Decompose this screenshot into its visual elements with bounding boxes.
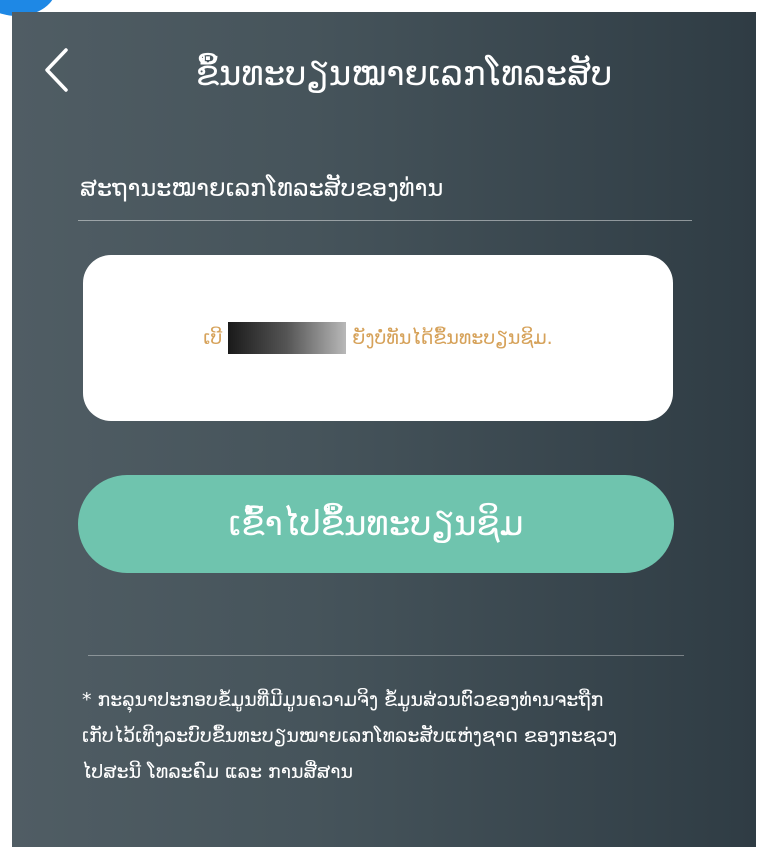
phone-status-label: ສະຖານະໝາຍເລກໂທລະສັບຂອງທ່ານ	[80, 174, 444, 202]
divider	[88, 655, 684, 656]
back-button[interactable]	[36, 40, 76, 100]
redacted-phone-number	[228, 322, 347, 354]
notice-line: ເກັບໄວ້ເທິງລະບົບຂຶ້ນທະບຽນໝາຍເລກໂທລະສັບແຫ…	[82, 725, 618, 747]
notice-line: * ກະລຸນາປະກອບຂໍ້ມູນທີ່ມີມູນຄວາມຈິງ ຂໍ້ມູ…	[82, 689, 604, 711]
register-sim-button[interactable]: ເຂົ້າໄປຂຶ້ນທະບຽນຊິມ	[78, 475, 674, 573]
status-prefix: ເບີ	[203, 327, 223, 349]
chevron-left-icon	[45, 48, 68, 92]
divider	[78, 220, 692, 221]
notice-line: ໄປສະນີ ໂທລະຄົມ ແລະ ການສື່ສານ	[82, 761, 353, 783]
privacy-notice: * ກະລຸນາປະກອບຂໍ້ມູນທີ່ມີມູນຄວາມຈິງ ຂໍ້ມູ…	[82, 682, 702, 790]
sim-registration-screen: ຂຶ້ນທະບຽນໝາຍເລກໂທລະສັບ ສະຖານະໝາຍເລກໂທລະສ…	[12, 12, 756, 847]
status-card: ເບີ ຍັງບໍ່ທັນໄດ້ຂຶ້ນທະບຽນຊິມ.	[83, 255, 673, 421]
status-text: ຍັງບໍ່ທັນໄດ້ຂຶ້ນທະບຽນຊິມ.	[352, 327, 553, 349]
page-title: ຂຶ້ນທະບຽນໝາຍເລກໂທລະສັບ	[195, 54, 613, 94]
status-message: ເບີ ຍັງບໍ່ທັນໄດ້ຂຶ້ນທະບຽນຊິມ.	[203, 322, 553, 354]
